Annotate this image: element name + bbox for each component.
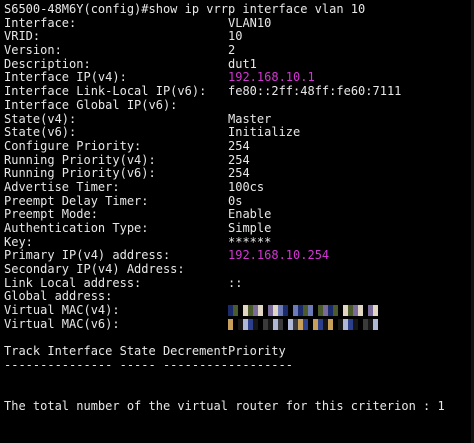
command-line: S6500-48M6Y(config)#show ip vrrp interfa… (4, 2, 366, 16)
row-primary-ipv4: Primary IP(v4) address: 192.168.10.254 (4, 249, 474, 263)
value-version: 2 (228, 43, 236, 58)
row-interface-ipv4: Interface IP(v4): 192.168.10.1 (4, 71, 474, 85)
pixel-block (373, 318, 378, 330)
value-primary-ipv4: 192.168.10.254 (228, 248, 330, 263)
row-preempt-delay-timer: Preempt Delay Timer: 0s (4, 193, 474, 209)
value-state-v4: Master (228, 111, 272, 126)
value-authentication-type: Simple (228, 221, 272, 235)
key-virtual-mac-v6: Virtual MAC(v6): (4, 317, 120, 331)
value-interface: VLAN10 (228, 15, 272, 30)
track-header: Track Interface State DecrementPriority (4, 344, 286, 359)
key-state-v6: State(v6): (4, 126, 77, 140)
total-line: The total number of the virtual router f… (4, 398, 445, 413)
value-secondary-ipv4 (228, 263, 474, 277)
redacted-mac-v6 (228, 318, 378, 330)
key-running-priority-v4: Running Priority(v4): (4, 153, 156, 167)
row-advertise-timer: Advertise Timer: 100cs (4, 179, 474, 195)
value-advertise-timer: 100cs (228, 179, 265, 194)
row-link-local-ipv6: Interface Link-Local IP(v6): fe80::2ff:48… (4, 84, 474, 99)
terminal-window[interactable]: S6500-48M6Y(config)#show ip vrrp interfa… (0, 0, 474, 443)
row-vrid: VRID: 10 (4, 30, 474, 44)
row-configure-priority: Configure Priority: 254 (4, 138, 474, 154)
row-version: Version: 2 (4, 43, 474, 58)
row-description: Description: dut1 (4, 56, 474, 72)
value-state-v6: Initialize (228, 125, 301, 140)
key-global-ipv6: Interface Global IP(v6): (4, 98, 178, 112)
row-secondary-ipv4: Secondary IP(v4) Address: (4, 263, 474, 277)
value-global-address (228, 290, 474, 304)
value-running-priority-v4: 254 (228, 152, 250, 167)
key-configure-priority: Configure Priority: (4, 139, 142, 153)
key-interface-ipv4: Interface IP(v4): (4, 71, 127, 85)
row-interface: Interface: VLAN10 (4, 15, 474, 31)
value-key: ****** (228, 234, 272, 249)
value-link-local-ipv6: fe80::2ff:48ff:fe60:7111 (228, 84, 402, 99)
value-configure-priority: 254 (228, 138, 250, 153)
track-separator: --------------- ----- ------------------ (4, 357, 293, 372)
value-vrid: 10 (228, 29, 243, 44)
key-advertise-timer: Advertise Timer: (4, 180, 120, 194)
value-interface-ipv4: 192.168.10.1 (228, 70, 315, 85)
key-global-address: Global address: (4, 290, 113, 304)
row-virtual-mac-v4: Virtual MAC(v4): (4, 304, 474, 318)
pixel-block (373, 305, 378, 317)
key-authentication-type: Authentication Type: (4, 222, 149, 235)
key-virtual-mac-v4: Virtual MAC(v4): (4, 304, 120, 318)
row-link-local-address: Link Local address::: (4, 275, 474, 291)
key-primary-ipv4: Primary IP(v4) address: (4, 249, 171, 263)
key-description: Description: (4, 57, 91, 71)
row-global-ipv6: Interface Global IP(v6): (4, 99, 474, 113)
key-key: Key: (4, 235, 33, 249)
row-virtual-mac-v6: Virtual MAC(v6): (4, 318, 474, 332)
key-version: Version: (4, 44, 62, 58)
key-vrid: VRID: (4, 30, 41, 44)
row-global-address: Global address: (4, 290, 474, 304)
value-preempt-delay-timer: 0s (228, 193, 243, 208)
key-secondary-ipv4: Secondary IP(v4) Address: (4, 263, 185, 277)
key-interface: Interface: (4, 16, 77, 30)
value-running-priority-v6: 254 (228, 166, 250, 181)
row-authentication-type: Authentication Type: Simple (4, 221, 474, 236)
row-running-priority-v6: Running Priority(v6): 254 (4, 167, 474, 181)
row-preempt-mode: Preempt Mode: Enable (4, 208, 474, 222)
key-state-v4: State(v4): (4, 112, 77, 126)
row-state-v4: State(v4): Master (4, 111, 474, 127)
value-link-local-address: :: (228, 275, 243, 290)
row-running-priority-v4: Running Priority(v4): 254 (4, 152, 474, 168)
value-description: dut1 (228, 56, 257, 71)
row-state-v6: State(v6): Initialize (4, 125, 474, 140)
value-global-ipv6 (228, 99, 474, 113)
key-running-priority-v6: Running Priority(v6): (4, 167, 156, 181)
row-key: Key: ****** (4, 234, 474, 250)
value-preempt-mode: Enable (228, 207, 272, 222)
key-link-local-ipv6: Interface Link-Local IP(v6): (4, 85, 207, 99)
key-link-local-address: Link Local address: (4, 276, 142, 290)
key-preempt-delay-timer: Preempt Delay Timer: (4, 194, 149, 208)
key-preempt-mode: Preempt Mode: (4, 208, 98, 222)
redacted-mac-v4 (228, 305, 378, 317)
